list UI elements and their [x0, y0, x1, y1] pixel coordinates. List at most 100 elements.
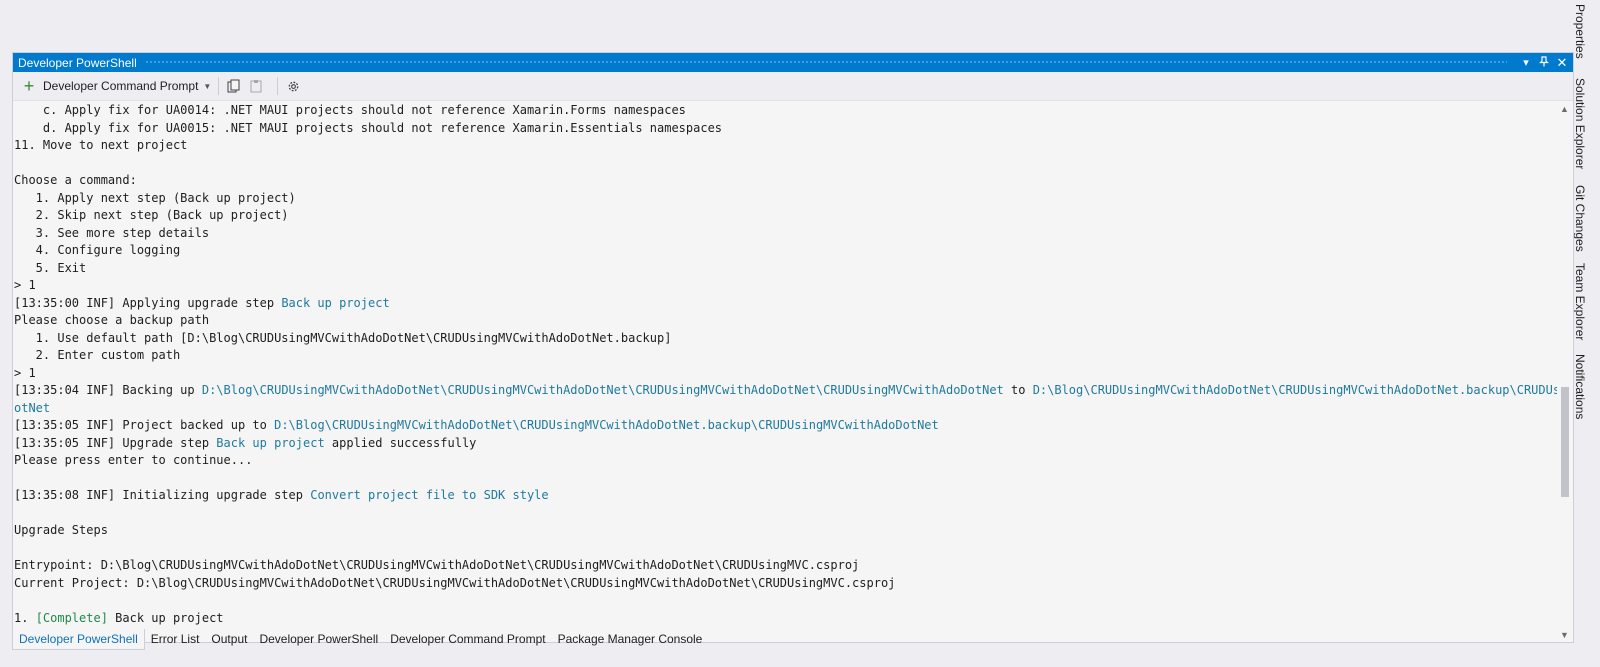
terminal-status-text: [Complete] [35, 610, 108, 625]
terminal-text-segment: 5. Exit [14, 260, 87, 275]
gear-icon[interactable] [285, 78, 301, 94]
tab-notifications[interactable]: Notifications [1573, 354, 1587, 419]
terminal-highlight-text: D:\Blog\CRUDUsingMVCwithAdoDotNet\CRUDUs… [201, 383, 1004, 397]
terminal-text-segment: [13:35:04 INF] Backing up [14, 383, 202, 397]
terminal-line: 4. Configure logging [14, 242, 1557, 260]
scroll-up-icon[interactable]: ▲ [1560, 104, 1569, 114]
terminal-line: > 1 [14, 277, 1557, 295]
title-grip [144, 60, 1507, 65]
terminal-line: 5. Exit [14, 260, 1557, 278]
terminal-line: [13:35:00 INF] Applying upgrade step Bac… [14, 295, 1557, 313]
terminal-text-segment: [13:35:00 INF] Applying upgrade step [14, 295, 282, 310]
terminal-highlight-text: Convert project file to SDK style [310, 488, 549, 502]
terminal-text-segment: > 1 [14, 278, 36, 292]
tab-package-manager-console[interactable]: Package Manager Console [552, 629, 709, 649]
plus-icon: + [23, 76, 35, 96]
terminal-text-segment: > 1 [14, 365, 36, 380]
terminal-line: Entrypoint: D:\Blog\CRUDUsingMVCwithAdoD… [14, 557, 1557, 575]
tab-developer-powershell-2[interactable]: Developer PowerShell [253, 629, 384, 649]
tab-output[interactable]: Output [205, 629, 253, 649]
terminal-line: [13:35:08 INF] Initializing upgrade step… [14, 487, 1557, 505]
terminal-toolbar: + Developer Command Prompt ▼ [13, 72, 1573, 101]
close-icon[interactable]: ✕ [1553, 55, 1571, 71]
bottom-panel-tabs: Developer PowerShell Error List Output D… [12, 628, 708, 650]
tab-developer-command-prompt[interactable]: Developer Command Prompt [384, 629, 551, 649]
terminal-text-segment: Upgrade Steps [14, 523, 108, 537]
tab-team-explorer[interactable]: Team Explorer [1573, 263, 1587, 340]
scroll-down-icon[interactable]: ▼ [1560, 630, 1569, 640]
terminal-line: 11. Move to next project [14, 137, 1557, 155]
tab-developer-powershell[interactable]: Developer PowerShell [12, 628, 145, 650]
terminal-line: Choose a command: [14, 172, 1557, 190]
toolbar-separator [277, 77, 279, 95]
new-terminal-label: Developer Command Prompt [43, 79, 199, 93]
terminal-text-segment: 2. Skip next step (Back up project) [14, 208, 289, 222]
tab-solution-explorer[interactable]: Solution Explorer [1573, 78, 1587, 169]
new-terminal-button[interactable]: + Developer Command Prompt ▼ [13, 76, 212, 96]
terminal-line: Please press enter to continue... [14, 452, 1557, 470]
terminal-line: Upgrade Steps [14, 522, 1557, 540]
terminal-line: 1. [Complete] Back up project [14, 610, 1557, 628]
terminal-line: 1. Apply next step (Back up project) [14, 190, 1557, 208]
terminal-line: [13:35:05 INF] Upgrade step Back up proj… [14, 435, 1557, 453]
pin-icon[interactable] [1535, 55, 1553, 70]
terminal-line: c. Apply fix for UA0014: .NET MAUI proje… [14, 102, 1557, 120]
tab-error-list[interactable]: Error List [145, 629, 206, 649]
terminal-text-segment: [13:35:08 INF] Initializing upgrade step [14, 488, 311, 502]
terminal-line: d. Apply fix for UA0015: .NET MAUI proje… [14, 120, 1557, 138]
terminal-text-segment: 1. Use default path [D:\Blog\CRUDUsingMV… [14, 330, 672, 345]
terminal-line: [13:35:05 INF] Project backed up to D:\B… [14, 417, 1557, 435]
terminal-highlight-text: Back up project [216, 435, 325, 450]
terminal-text-segment: applied successfully [324, 435, 477, 450]
terminal-text-segment: Entrypoint: D:\Blog\CRUDUsingMVCwithAdoD… [14, 558, 860, 572]
terminal-text-segment: 4. Configure logging [14, 243, 181, 257]
terminal-text-segment: Choose a command: [14, 173, 137, 187]
terminal-text-segment: 1. Apply next step (Back up project) [14, 190, 296, 205]
terminal-line: 1. Use default path [D:\Blog\CRUDUsingMV… [14, 330, 1557, 348]
terminal-text-segment: 3. See more step details [14, 225, 210, 240]
terminal-text-segment: Back up project [107, 610, 224, 625]
terminal-highlight-text: Back up project [281, 295, 390, 310]
copy-icon[interactable] [226, 78, 242, 94]
terminal-line: Please choose a backup path [14, 312, 1557, 330]
terminal-text-segment: to [1003, 383, 1033, 397]
terminal-highlight-text: D:\Blog\CRUDUsingMVCwithAdoDotNet\CRUDUs… [1032, 383, 1557, 397]
terminal-text-segment: [13:35:05 INF] Project backed up to [14, 418, 275, 432]
window-title-bar[interactable]: Developer PowerShell ▾ ✕ [13, 53, 1573, 72]
terminal-text-segment: 2. Enter custom path [14, 348, 181, 362]
terminal-line: otNet [14, 400, 1557, 418]
terminal-highlight-text: D:\Blog\CRUDUsingMVCwithAdoDotNet\CRUDUs… [274, 418, 939, 432]
terminal-text-segment: Please choose a backup path [14, 313, 210, 327]
terminal-text-segment: 1. [14, 610, 36, 625]
terminal-text-segment: [13:35:05 INF] Upgrade step [14, 435, 217, 450]
terminal-text-segment: Please press enter to continue... [14, 453, 253, 467]
terminal-line: 2. Enter custom path [14, 347, 1557, 365]
terminal-text-segment: 11. Move to next project [14, 138, 188, 152]
terminal-line: 2. Skip next step (Back up project) [14, 207, 1557, 225]
terminal-line: Current Project: D:\Blog\CRUDUsingMVCwit… [14, 575, 1557, 593]
terminal-text-segment: d. Apply fix for UA0015: .NET MAUI proje… [14, 120, 723, 135]
terminal-text-segment: Current Project: D:\Blog\CRUDUsingMVCwit… [14, 575, 896, 590]
terminal-text: c. Apply fix for UA0014: .NET MAUI proje… [13, 101, 1557, 642]
paste-icon[interactable] [248, 78, 264, 94]
terminal-line: > 1 [14, 365, 1557, 383]
tab-properties[interactable]: Properties [1573, 4, 1587, 59]
terminal-highlight-text: otNet [14, 400, 51, 415]
terminal-line: [13:35:04 INF] Backing up D:\Blog\CRUDUs… [14, 382, 1557, 400]
vertical-scrollbar[interactable]: ▲ ▼ [1557, 101, 1573, 642]
terminal-text-segment: c. Apply fix for UA0014: .NET MAUI proje… [14, 103, 686, 117]
tab-git-changes[interactable]: Git Changes [1573, 185, 1587, 252]
developer-powershell-window: Developer PowerShell ▾ ✕ + Developer Com… [12, 52, 1574, 643]
toolbar-separator [218, 77, 220, 95]
terminal-line: 3. See more step details [14, 225, 1557, 243]
scroll-thumb[interactable] [1561, 387, 1569, 497]
terminal-output[interactable]: c. Apply fix for UA0014: .NET MAUI proje… [13, 101, 1573, 642]
window-title: Developer PowerShell [18, 55, 137, 70]
chevron-down-icon[interactable]: ▼ [203, 82, 211, 91]
dropdown-icon[interactable]: ▾ [1517, 56, 1535, 69]
